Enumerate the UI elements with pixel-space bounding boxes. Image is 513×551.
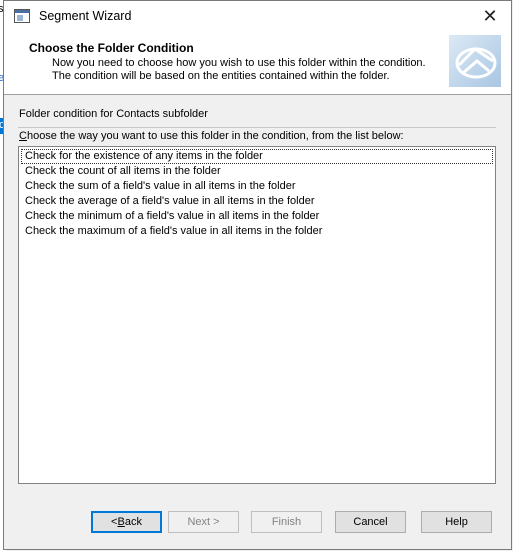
wizard-graphic-icon xyxy=(449,35,501,87)
list-item-sum[interactable]: Check the sum of a field's value in all … xyxy=(21,179,493,194)
folder-condition-label: Folder condition for Contacts subfolder xyxy=(19,108,208,120)
finish-button[interactable]: Finish xyxy=(251,511,322,533)
list-item-maximum[interactable]: Check the maximum of a field's value in … xyxy=(21,224,493,239)
back-button[interactable]: < Back xyxy=(91,511,162,533)
cancel-button[interactable]: Cancel xyxy=(335,511,406,533)
separator xyxy=(18,127,496,128)
list-instruction-label: Choose the way you want to use this fold… xyxy=(19,130,404,142)
list-item-existence[interactable]: Check for the existence of any items in … xyxy=(21,149,493,164)
page-description: Now you need to choose how you wish to u… xyxy=(52,57,426,82)
help-button[interactable]: Help xyxy=(421,511,492,533)
title-bar[interactable]: Segment Wizard ✕ xyxy=(4,1,511,32)
page-title: Choose the Folder Condition xyxy=(29,41,194,55)
wizard-header: Choose the Folder Condition Now you need… xyxy=(4,32,511,95)
close-button[interactable]: ✕ xyxy=(469,1,511,32)
list-item-count[interactable]: Check the count of all items in the fold… xyxy=(21,164,493,179)
close-icon: ✕ xyxy=(482,6,498,26)
segment-wizard-dialog: Segment Wizard ✕ Choose the Folder Condi… xyxy=(3,0,512,550)
list-item-minimum[interactable]: Check the minimum of a field's value in … xyxy=(21,209,493,224)
list-item-average[interactable]: Check the average of a field's value in … xyxy=(21,194,493,209)
app-window-icon xyxy=(14,9,30,23)
next-button[interactable]: Next > xyxy=(168,511,239,533)
window-title: Segment Wizard xyxy=(39,9,132,23)
condition-options-list[interactable]: Check for the existence of any items in … xyxy=(18,146,496,484)
